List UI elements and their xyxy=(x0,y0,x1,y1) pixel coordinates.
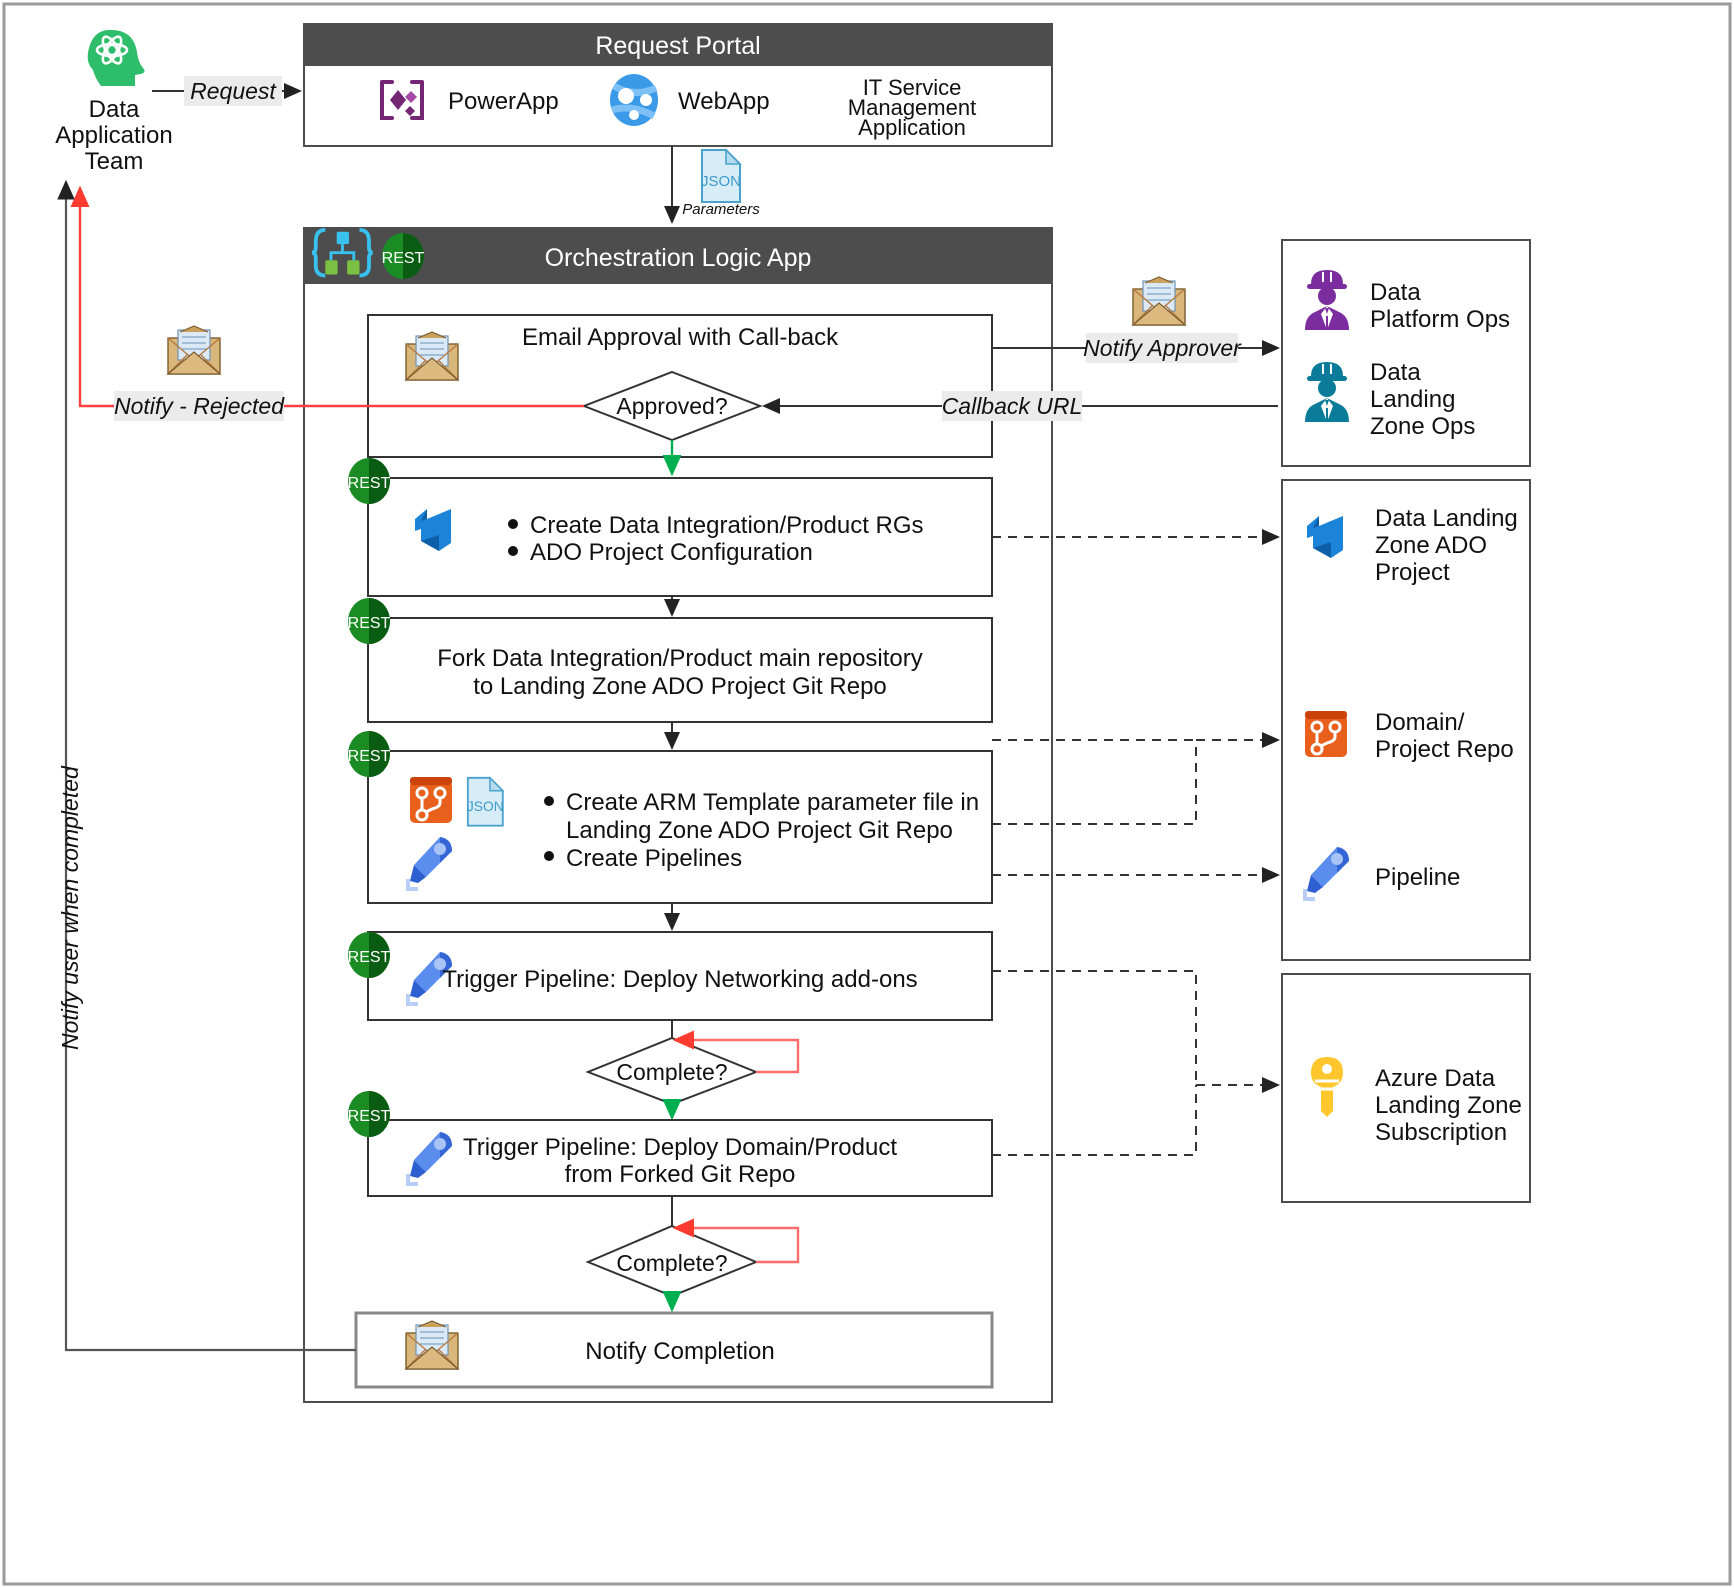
right-panel-ops-teams: Data Platform Ops Data Landing Zone Ops xyxy=(1281,239,1531,467)
data-lz-ops-line1: Data xyxy=(1370,359,1421,386)
trigger-networking-label: Trigger Pipeline: Deploy Networking add-… xyxy=(442,966,917,993)
subscription-line2: Landing Zone xyxy=(1375,1092,1522,1119)
data-lz-ops-line2: Landing xyxy=(1370,386,1455,413)
pipeline-label: Pipeline xyxy=(1375,864,1460,891)
complete-1-label: Complete? xyxy=(616,1059,727,1085)
email-approval-title: Email Approval with Call-back xyxy=(522,324,839,351)
step-create-rgs: Create Data Integration/Product RGs ADO … xyxy=(347,458,993,597)
approved-decision-label: Approved? xyxy=(616,393,727,419)
create-rgs-bullet-1: Create Data Integration/Product RGs xyxy=(530,512,924,539)
notify-approver-label: Notify Approver xyxy=(1083,335,1242,361)
dlz-ado-project-line2: Zone ADO xyxy=(1375,532,1487,559)
trigger-domain-line-2: from Forked Git Repo xyxy=(565,1161,796,1188)
notify-rejected-label: Notify - Rejected xyxy=(114,393,285,419)
notify-when-completed-label: Notify user when completed xyxy=(57,765,83,1050)
trigger-domain-line-1: Trigger Pipeline: Deploy Domain/Product xyxy=(463,1134,897,1161)
notify-completion-label: Notify Completion xyxy=(585,1338,774,1365)
actor-label-line1: Data xyxy=(89,96,140,123)
step-notify-completion: Notify Completion xyxy=(354,1311,994,1389)
complete-2-label: Complete? xyxy=(616,1250,727,1276)
itsm-label-line3: Application xyxy=(858,115,966,140)
data-platform-ops-line2: Platform Ops xyxy=(1370,306,1510,333)
repo-icon xyxy=(1303,709,1349,759)
arm-bullet-1-line2: Landing Zone ADO Project Git Repo xyxy=(566,817,953,844)
fork-repo-line-1: Fork Data Integration/Product main repos… xyxy=(437,645,923,672)
repo-icon xyxy=(408,775,454,825)
request-portal-title: Request Portal xyxy=(595,32,760,60)
request-portal-panel: Request Portal PowerApp WebApp IT Servic… xyxy=(303,23,1053,147)
json-file-icon xyxy=(699,149,743,203)
request-edge-label: Request xyxy=(190,78,277,104)
subscription-line1: Azure Data xyxy=(1375,1065,1496,1092)
actor-label-line3: Team xyxy=(85,148,144,175)
callback-url-label: Callback URL xyxy=(942,393,1083,419)
fork-repo-line-2: to Landing Zone ADO Project Git Repo xyxy=(473,673,887,700)
right-panel-ado-resources: Data Landing Zone ADO Project Domain/ Pr… xyxy=(1281,479,1531,961)
domain-project-repo-line1: Domain/ xyxy=(1375,709,1465,736)
right-panel-subscription: Azure Data Landing Zone Subscription xyxy=(1281,973,1531,1203)
arm-bullet-2: Create Pipelines xyxy=(566,845,742,872)
diagram-canvas: REST JSON xyxy=(0,0,1734,1588)
dlz-ado-project-line1: Data Landing xyxy=(1375,505,1518,532)
step-trigger-networking-pipeline: Trigger Pipeline: Deploy Networking add-… xyxy=(347,931,993,1021)
create-rgs-bullet-2: ADO Project Configuration xyxy=(530,539,813,566)
webapp-label: WebApp xyxy=(678,88,770,115)
orchestration-title: Orchestration Logic App xyxy=(545,244,812,272)
parameters-caption: Parameters xyxy=(682,201,760,218)
dlz-ado-project-line3: Project xyxy=(1375,559,1450,586)
step-email-approval: Email Approval with Call-back Approved? xyxy=(367,314,993,458)
data-platform-ops-line1: Data xyxy=(1370,279,1421,306)
json-file-icon xyxy=(466,776,505,827)
actor-label-line2: Application xyxy=(55,122,172,149)
data-lz-ops-line3: Zone Ops xyxy=(1370,413,1475,440)
domain-project-repo-line2: Project Repo xyxy=(1375,736,1514,763)
step-create-arm-template: Create ARM Template parameter file in La… xyxy=(347,731,993,904)
powerapp-label: PowerApp xyxy=(448,88,559,115)
arm-bullet-1-line1: Create ARM Template parameter file in xyxy=(566,789,979,816)
subscription-line3: Subscription xyxy=(1375,1119,1507,1146)
webapp-icon xyxy=(610,74,658,126)
